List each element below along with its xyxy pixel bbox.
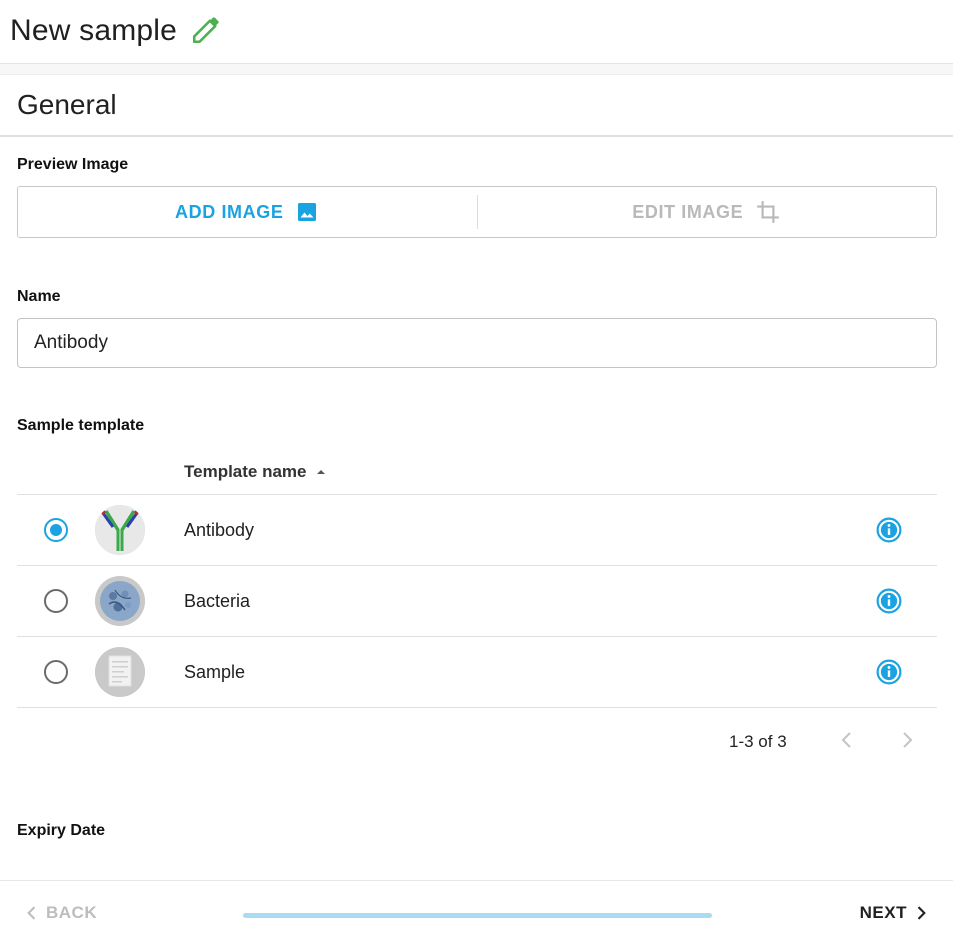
pagination-range: 1-3 of 3 <box>729 732 787 751</box>
back-label: BACK <box>46 903 98 922</box>
edit-image-button[interactable]: EDIT IMAGE <box>478 187 937 237</box>
sample-thumbnail <box>95 647 145 697</box>
sample-template-label: Sample template <box>17 417 145 434</box>
table-row[interactable]: Antibody <box>17 495 937 566</box>
crop-icon <box>757 201 780 223</box>
info-icon[interactable] <box>876 588 902 614</box>
image-icon <box>298 203 317 221</box>
template-radio-sample[interactable] <box>44 660 68 684</box>
template-name: Sample <box>184 662 246 682</box>
page-title: New sample <box>10 14 178 47</box>
next-button[interactable]: NEXT <box>860 903 931 923</box>
template-radio-bacteria[interactable] <box>44 589 68 613</box>
chevron-left-icon <box>27 906 36 920</box>
section-title: General <box>17 89 117 120</box>
template-name: Bacteria <box>184 591 251 611</box>
table-row[interactable]: Sample <box>17 637 937 708</box>
template-name: Antibody <box>184 520 255 540</box>
edit-image-label: EDIT IMAGE <box>632 201 744 222</box>
chevron-right-icon <box>917 906 926 920</box>
antibody-thumbnail <box>95 505 145 555</box>
name-label: Name <box>17 288 61 305</box>
info-icon[interactable] <box>876 659 902 685</box>
edit-pencil-icon[interactable] <box>190 12 224 46</box>
wizard-progress-fill <box>243 913 712 918</box>
preview-image-controls: ADD IMAGE EDIT IMAGE <box>17 186 937 238</box>
chevron-right-icon[interactable] <box>895 728 919 752</box>
header-spacer <box>0 64 953 75</box>
wizard-footer: BACK NEXT <box>0 880 953 944</box>
next-label: NEXT <box>859 903 907 922</box>
back-button[interactable]: BACK <box>22 903 97 923</box>
sort-ascending-icon <box>316 470 325 474</box>
info-icon[interactable] <box>876 517 902 543</box>
preview-image-label: Preview Image <box>17 156 129 173</box>
section-header: General <box>0 75 953 137</box>
template-table-header: Template name <box>17 446 937 495</box>
add-image-label: ADD IMAGE <box>175 201 284 222</box>
top-bar: New sample <box>0 0 953 64</box>
template-radio-antibody[interactable] <box>44 518 68 542</box>
add-image-button[interactable]: ADD IMAGE <box>18 187 477 237</box>
table-pagination: 1-3 of 3 <box>17 708 937 772</box>
template-name-column-header[interactable]: Template name <box>184 462 327 482</box>
name-input[interactable] <box>17 318 937 368</box>
table-row[interactable]: Bacteria <box>17 566 937 637</box>
chevron-left-icon[interactable] <box>835 728 859 752</box>
expiry-date-label: Expiry Date <box>17 822 106 839</box>
bacteria-thumbnail <box>95 576 145 626</box>
wizard-progress <box>243 913 712 918</box>
template-name-column-label: Template name <box>184 462 307 481</box>
